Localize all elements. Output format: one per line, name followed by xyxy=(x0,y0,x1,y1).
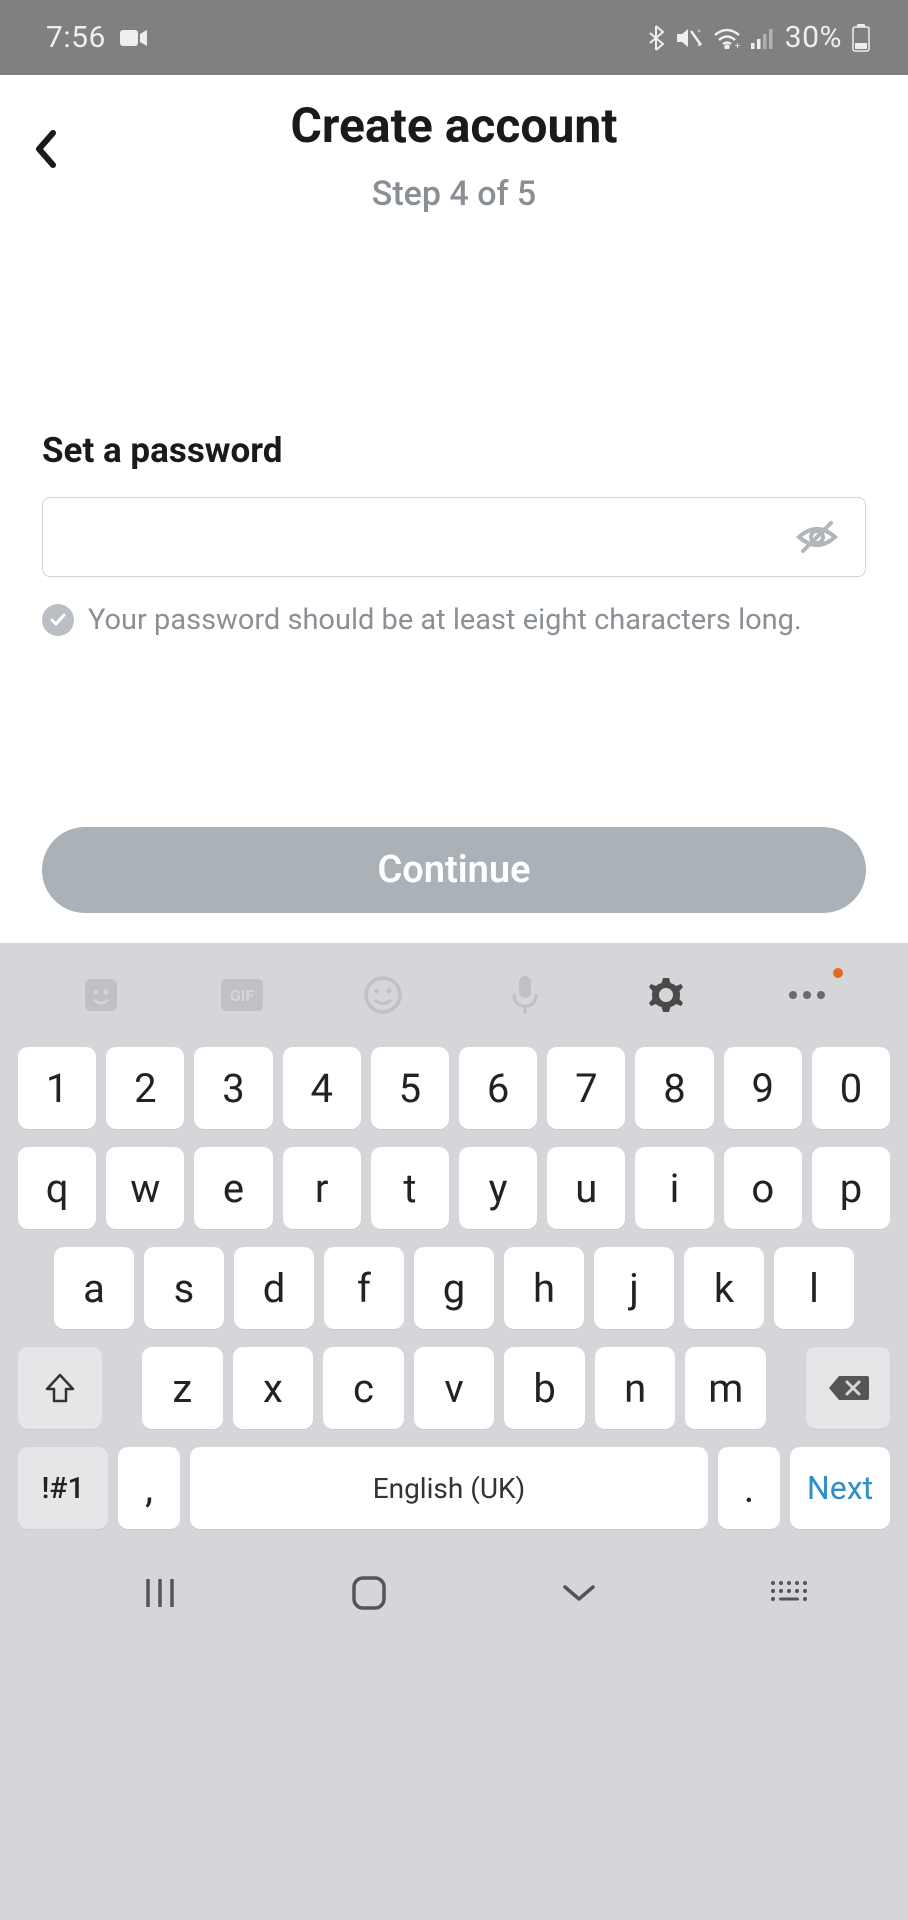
bluetooth-icon xyxy=(647,25,665,51)
key-shift[interactable] xyxy=(18,1347,102,1429)
system-nav-bar xyxy=(0,1547,908,1639)
key-space[interactable]: English (UK) xyxy=(190,1447,708,1529)
key-j[interactable]: j xyxy=(594,1247,674,1329)
keyboard-row-2: q w e r t y u i o p xyxy=(18,1147,890,1229)
key-comma[interactable]: , xyxy=(118,1447,180,1529)
app-header: Create account Step 4 of 5 xyxy=(0,75,908,214)
svg-text:+: + xyxy=(735,42,740,49)
key-x[interactable]: x xyxy=(233,1347,314,1429)
key-h[interactable]: h xyxy=(504,1247,584,1329)
key-i[interactable]: i xyxy=(635,1147,713,1229)
nav-home[interactable] xyxy=(329,1563,409,1623)
keyboard-row-3: a s d f g h j k l xyxy=(18,1247,890,1329)
key-u[interactable]: u xyxy=(547,1147,625,1229)
status-right: + 30% xyxy=(647,20,870,55)
svg-text:GIF: GIF xyxy=(230,986,255,1005)
status-time: 7:56 xyxy=(46,20,106,55)
chevron-left-icon xyxy=(33,129,59,169)
password-label: Set a password xyxy=(42,430,866,471)
keyboard-row-4: z x c v b n m xyxy=(18,1347,890,1429)
chevron-down-icon xyxy=(559,1581,599,1605)
password-form: Set a password Your password should be a… xyxy=(0,430,908,637)
keyboard: GIF 1 2 3 4 5 6 7 8 9 0 q xyxy=(0,943,908,1920)
video-icon xyxy=(120,28,148,48)
page-step: Step 4 of 5 xyxy=(0,174,908,214)
key-b[interactable]: b xyxy=(504,1347,585,1429)
key-9[interactable]: 9 xyxy=(724,1047,802,1129)
gif-icon[interactable]: GIF xyxy=(218,971,266,1019)
more-icon[interactable] xyxy=(783,971,831,1019)
key-5[interactable]: 5 xyxy=(371,1047,449,1129)
key-1[interactable]: 1 xyxy=(18,1047,96,1129)
key-o[interactable]: o xyxy=(724,1147,802,1229)
keyboard-toolbar: GIF xyxy=(0,943,908,1047)
password-hint-row: Your password should be at least eight c… xyxy=(42,603,866,637)
key-t[interactable]: t xyxy=(371,1147,449,1229)
key-backspace[interactable] xyxy=(806,1347,890,1429)
key-s[interactable]: s xyxy=(144,1247,224,1329)
page-title: Create account xyxy=(0,97,908,154)
keyboard-grid: 1 2 3 4 5 6 7 8 9 0 q w e r t y u i o p … xyxy=(0,1047,908,1547)
keyboard-row-5: !#1 , English (UK) . Next xyxy=(18,1447,890,1529)
shift-icon xyxy=(43,1371,77,1405)
password-hint: Your password should be at least eight c… xyxy=(88,603,802,637)
status-bar: 7:56 + 30% xyxy=(0,0,908,75)
key-8[interactable]: 8 xyxy=(635,1047,713,1129)
continue-label: Continue xyxy=(377,848,530,892)
toggle-password-visibility[interactable] xyxy=(789,509,845,565)
key-0[interactable]: 0 xyxy=(812,1047,890,1129)
nav-keyboard-switch[interactable] xyxy=(748,1563,828,1623)
key-d[interactable]: d xyxy=(234,1247,314,1329)
sticker-icon[interactable] xyxy=(77,971,125,1019)
nav-recents[interactable] xyxy=(120,1563,200,1623)
keyboard-row-1: 1 2 3 4 5 6 7 8 9 0 xyxy=(18,1047,890,1129)
key-r[interactable]: r xyxy=(283,1147,361,1229)
emoji-icon[interactable] xyxy=(359,971,407,1019)
battery-icon xyxy=(852,24,870,52)
key-c[interactable]: c xyxy=(323,1347,404,1429)
key-e[interactable]: e xyxy=(194,1147,272,1229)
password-input-wrap xyxy=(42,497,866,577)
key-6[interactable]: 6 xyxy=(459,1047,537,1129)
key-q[interactable]: q xyxy=(18,1147,96,1229)
check-circle-icon xyxy=(42,604,74,636)
continue-button[interactable]: Continue xyxy=(42,827,866,913)
status-left: 7:56 xyxy=(46,20,148,55)
mute-vibrate-icon xyxy=(675,26,703,50)
eye-off-icon xyxy=(793,513,841,561)
notification-dot xyxy=(833,968,843,978)
key-k[interactable]: k xyxy=(684,1247,764,1329)
key-7[interactable]: 7 xyxy=(547,1047,625,1129)
key-l[interactable]: l xyxy=(774,1247,854,1329)
key-4[interactable]: 4 xyxy=(283,1047,361,1129)
battery-percent: 30% xyxy=(785,20,842,55)
key-y[interactable]: y xyxy=(459,1147,537,1229)
gear-icon[interactable] xyxy=(642,971,690,1019)
key-m[interactable]: m xyxy=(685,1347,766,1429)
backspace-icon xyxy=(827,1373,869,1403)
key-p[interactable]: p xyxy=(812,1147,890,1229)
key-period[interactable]: . xyxy=(718,1447,780,1529)
key-z[interactable]: z xyxy=(142,1347,223,1429)
signal-icon xyxy=(751,27,775,49)
wifi-icon: + xyxy=(713,27,741,49)
password-input[interactable] xyxy=(63,518,789,556)
key-symbols[interactable]: !#1 xyxy=(18,1447,108,1529)
key-f[interactable]: f xyxy=(324,1247,404,1329)
key-a[interactable]: a xyxy=(54,1247,134,1329)
key-next[interactable]: Next xyxy=(790,1447,890,1529)
key-3[interactable]: 3 xyxy=(194,1047,272,1129)
nav-hide-keyboard[interactable] xyxy=(539,1563,619,1623)
key-g[interactable]: g xyxy=(414,1247,494,1329)
key-n[interactable]: n xyxy=(595,1347,676,1429)
key-2[interactable]: 2 xyxy=(106,1047,184,1129)
mic-icon[interactable] xyxy=(501,971,549,1019)
key-w[interactable]: w xyxy=(106,1147,184,1229)
back-button[interactable] xyxy=(22,125,70,173)
key-v[interactable]: v xyxy=(414,1347,495,1429)
